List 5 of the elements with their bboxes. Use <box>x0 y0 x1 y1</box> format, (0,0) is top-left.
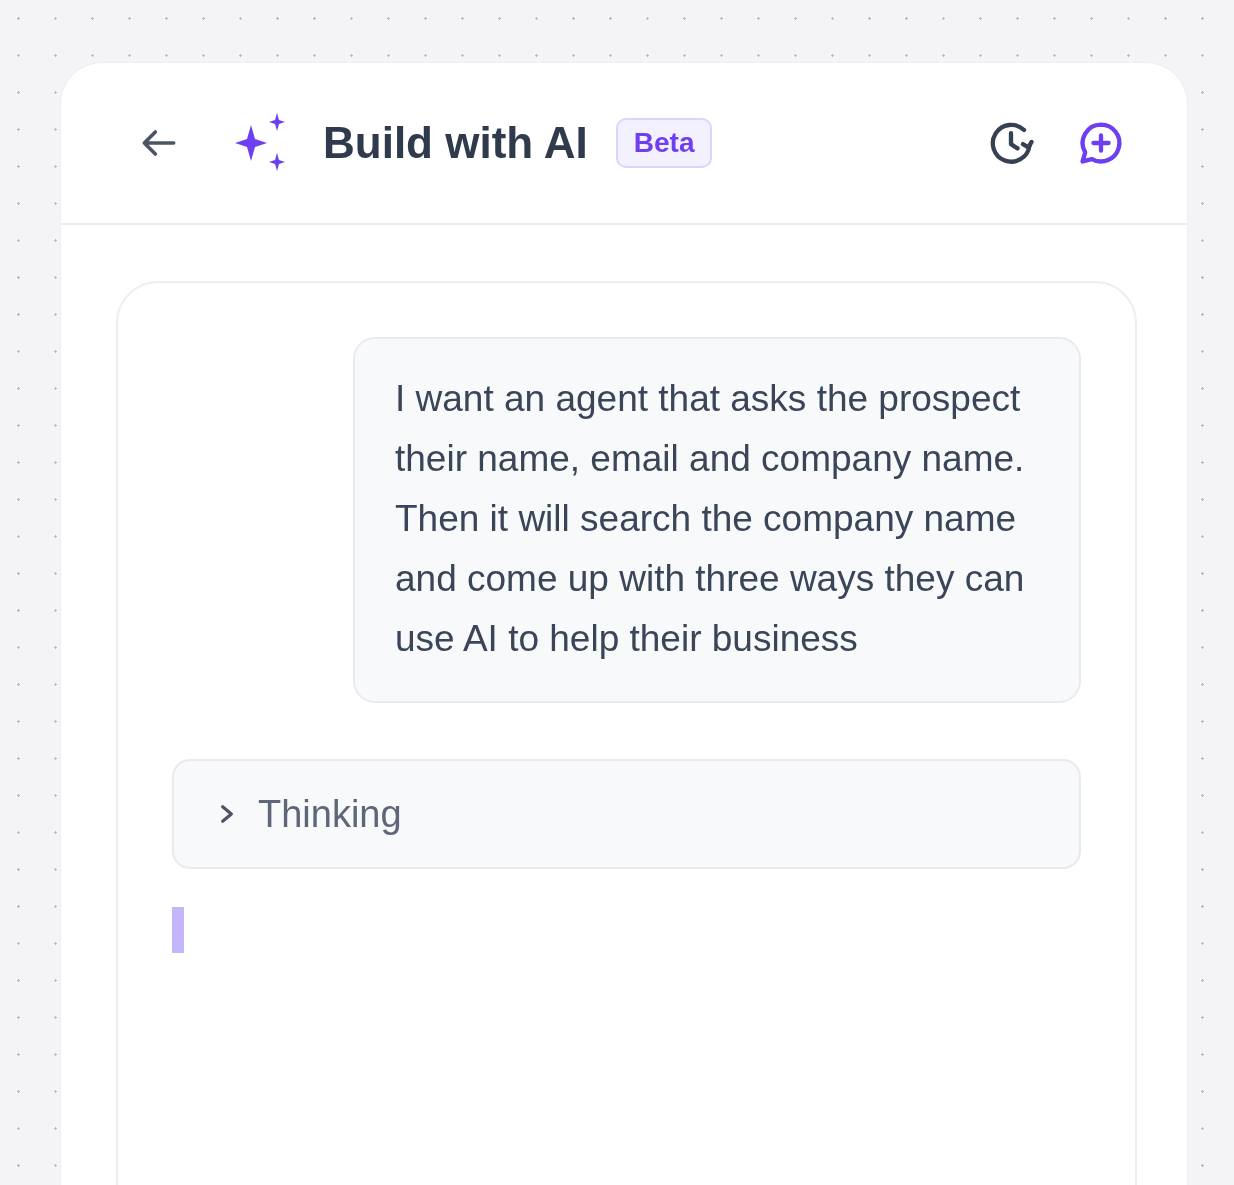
user-message: I want an agent that asks the prospect their name, email and company name. Then it will search the company name and come up with three ways they can use AI to help their business <box>353 337 1081 703</box>
thinking-toggle[interactable]: Thinking <box>172 759 1081 869</box>
text-cursor <box>172 907 184 953</box>
beta-badge: Beta <box>615 118 713 168</box>
panel-title: Build with AI <box>323 118 588 168</box>
